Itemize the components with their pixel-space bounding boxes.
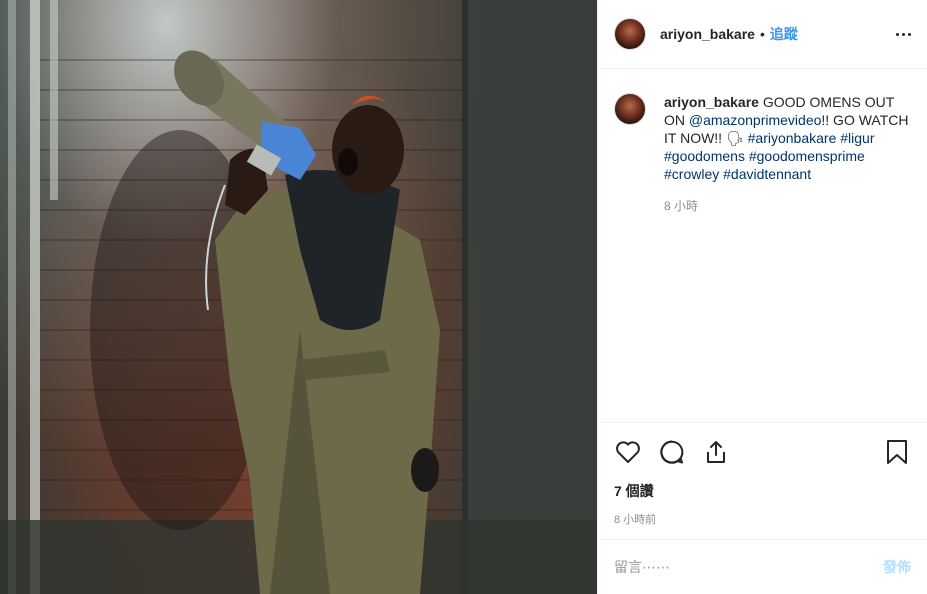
comment-icon[interactable]: [658, 438, 686, 466]
follow-button[interactable]: 追蹤: [770, 24, 798, 44]
hashtag-link[interactable]: #ligur: [840, 130, 874, 146]
action-icons: [614, 435, 911, 469]
post-photo[interactable]: [0, 0, 597, 594]
hashtag-link[interactable]: #goodomensprime: [749, 148, 865, 164]
hashtag-link[interactable]: #davidtennant: [723, 166, 811, 182]
username-link[interactable]: ariyon_bakare: [660, 26, 755, 42]
caption-text: ariyon_bakare GOOD OMENS OUT ON @amazonp…: [664, 93, 911, 183]
comment-box: 發佈: [598, 539, 927, 594]
mention-link[interactable]: @amazonprimevideo: [689, 112, 822, 128]
photo-illustration: [0, 0, 597, 594]
heart-icon[interactable]: [614, 438, 642, 466]
comment-input[interactable]: [614, 559, 883, 575]
post-comment-button[interactable]: 發佈: [883, 557, 911, 577]
hashtag-link[interactable]: #ariyonbakare: [748, 130, 837, 146]
caption-username[interactable]: ariyon_bakare: [664, 94, 759, 110]
separator-dot: •: [759, 26, 765, 42]
likes-count[interactable]: 7 個讚: [614, 481, 911, 501]
hashtag-link[interactable]: #crowley: [664, 166, 719, 182]
caption-avatar[interactable]: [614, 93, 646, 125]
comments-section: ariyon_bakare GOOD OMENS OUT ON @amazonp…: [598, 69, 927, 422]
more-options-icon[interactable]: [896, 32, 911, 36]
post-sidebar: ariyon_bakare • 追蹤 ariyon_bakare GOOD OM…: [597, 0, 927, 594]
post-timestamp[interactable]: 8 小時前: [614, 511, 911, 539]
caption-time: 8 小時: [664, 199, 699, 213]
caption-body: ariyon_bakare GOOD OMENS OUT ON @amazonp…: [664, 93, 911, 215]
post-header: ariyon_bakare • 追蹤: [598, 0, 927, 69]
instagram-post: ariyon_bakare • 追蹤 ariyon_bakare GOOD OM…: [0, 0, 927, 594]
share-icon[interactable]: [702, 438, 730, 466]
hashtag-link[interactable]: #goodomens: [664, 148, 745, 164]
caption: ariyon_bakare GOOD OMENS OUT ON @amazonp…: [614, 85, 911, 215]
post-actions: 7 個讚 8 小時前: [598, 422, 927, 539]
bookmark-icon[interactable]: [883, 438, 911, 466]
avatar[interactable]: [614, 18, 646, 50]
